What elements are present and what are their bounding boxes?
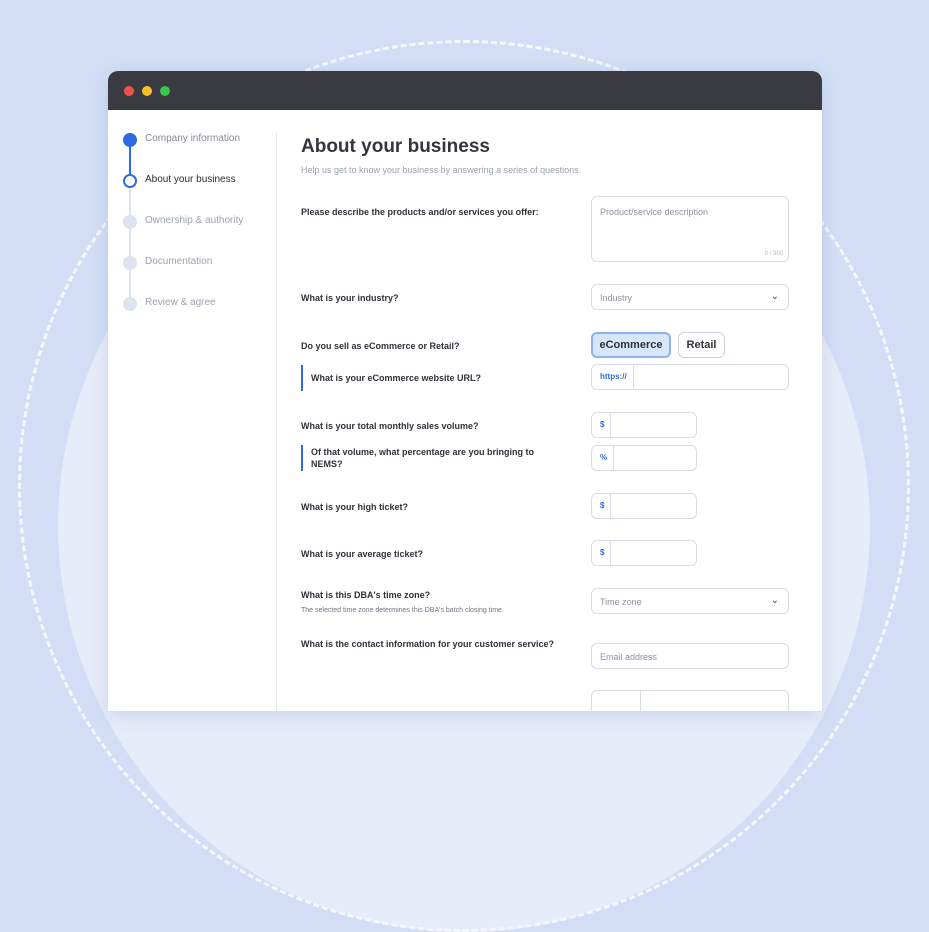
close-window-button[interactable]: [124, 86, 134, 96]
percentage-input[interactable]: %: [591, 445, 697, 471]
time-zone-select[interactable]: Time zone ⌄: [591, 588, 789, 614]
email-address-input[interactable]: Email address: [591, 643, 789, 669]
input-divider: [640, 691, 641, 711]
percent-prefix: %: [592, 446, 615, 470]
textarea-placeholder: Product/service description: [600, 207, 709, 217]
step-label: Ownership & authority: [145, 215, 244, 226]
products-question: Please describe the products and/or serv…: [301, 207, 539, 217]
industry-select[interactable]: Industry ⌄: [591, 284, 789, 310]
high-ticket-input[interactable]: $: [591, 493, 697, 519]
time-zone-question: What is this DBA's time zone?: [301, 590, 431, 600]
page-title: About your business: [301, 136, 490, 157]
currency-prefix: $: [592, 494, 612, 518]
select-placeholder: Time zone: [600, 597, 642, 607]
percentage-question: Of that volume, what percentage are you …: [311, 447, 535, 469]
currency-prefix: $: [592, 541, 612, 565]
progress-stepper: Company information About your business …: [108, 110, 276, 710]
step-current-icon: [123, 174, 137, 188]
step-label: Documentation: [145, 256, 213, 267]
retail-toggle-button[interactable]: Retail: [678, 332, 725, 358]
app-window: Company information About your business …: [108, 71, 822, 711]
chevron-down-icon: ⌄: [770, 291, 779, 302]
subquestion-indicator: [301, 365, 303, 391]
minimize-window-button[interactable]: [142, 86, 152, 96]
step-pending-icon: [123, 297, 137, 311]
url-prefix: https://: [592, 365, 634, 389]
select-placeholder: Industry: [600, 293, 633, 303]
chevron-down-icon: ⌄: [770, 595, 779, 606]
page-subtitle: Help us get to know your business by ans…: [301, 165, 582, 175]
step-done-icon: [123, 133, 137, 147]
step-label: Review & agree: [145, 297, 216, 308]
contact-question: What is the contact information for your…: [301, 639, 555, 649]
ecommerce-url-question: What is your eCommerce website URL?: [311, 373, 482, 383]
currency-prefix: $: [592, 413, 612, 437]
step-label: About your business: [145, 174, 236, 185]
maximize-window-button[interactable]: [160, 86, 170, 96]
average-ticket-input[interactable]: $: [591, 540, 697, 566]
subquestion-indicator: [301, 445, 303, 471]
step-label: Company information: [145, 133, 241, 144]
website-url-input[interactable]: https://: [591, 364, 789, 390]
step-pending-icon: [123, 215, 137, 229]
product-description-textarea[interactable]: Product/service description 0 / 300: [591, 196, 789, 262]
window-titlebar: [108, 71, 822, 110]
monthly-volume-question: What is your total monthly sales volume?: [301, 421, 479, 431]
input-placeholder: Email address: [600, 652, 658, 662]
form-content: About your business Help us get to know …: [301, 110, 801, 711]
sidebar-divider: [276, 133, 277, 711]
step-pending-icon: [123, 256, 137, 270]
high-ticket-question: What is your high ticket?: [301, 502, 409, 512]
industry-question: What is your industry?: [301, 293, 399, 303]
time-zone-note: The selected time zone determines this D…: [301, 607, 504, 614]
ecommerce-toggle-button[interactable]: eCommerce: [591, 332, 671, 358]
sell-type-question: Do you sell as eCommerce or Retail?: [301, 341, 460, 351]
phone-number-input[interactable]: [591, 690, 789, 711]
character-count: 0 / 300: [764, 251, 783, 257]
monthly-volume-input[interactable]: $: [591, 412, 697, 438]
average-ticket-question: What is your average ticket?: [301, 549, 424, 559]
